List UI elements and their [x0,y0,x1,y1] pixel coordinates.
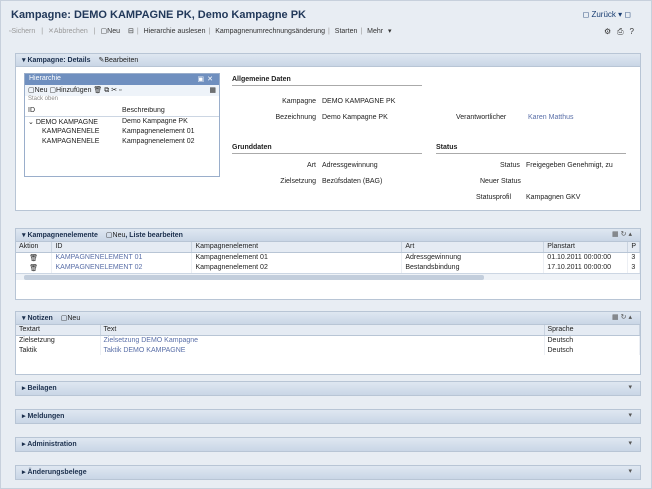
attachments-panel[interactable]: ▸ Beilagen ▾ [15,381,641,396]
cut-icon[interactable]: ✂ [111,87,117,94]
grid-icon[interactable]: ▦ [612,314,621,321]
delete-icon[interactable]: 🗑 [93,87,102,94]
more-button[interactable]: Mehr ▾ [367,27,391,35]
hierarchy-header: Hierarchie ▣✕ [25,74,219,85]
hierarchy-row[interactable]: ⌄ DEMO KAMPAGNE Demo Kampagne PK [25,117,219,127]
edit-button[interactable]: ✎Bearbeiten [99,57,139,64]
hierarchy-toolbar: ▢Neu ▢Hinzufügen 🗑 ⧉ ✂ ▫ ▦ [25,85,219,96]
elements-new-button[interactable]: ▢Neu [106,232,125,239]
delete-icon[interactable]: 🗑 [29,255,38,262]
collapse-icon[interactable]: ▴ [628,314,634,321]
print-icon[interactable]: ⎙ [617,27,626,37]
stack-up-link[interactable]: Stack oben [25,96,219,105]
collapse-icon[interactable]: ▴ [628,231,634,238]
notes-table: Textart Text Sprache Zielsetzung Zielset… [16,325,640,355]
paste-icon[interactable]: ▫ [119,87,121,94]
notes-new-button[interactable]: ▢Neu [61,315,80,322]
table-row[interactable]: Taktik Taktik DEMO KAMPAGNE Deutsch [16,345,640,355]
back-link[interactable]: ◻ Zurück ▾ ◻ [583,10,631,19]
elements-header[interactable]: ▾ Kampagnenelemente ▢Neu, Liste bearbeite… [16,229,640,242]
messages-panel[interactable]: ▸ Meldungen ▾ [15,409,641,424]
table-header: Aktion ID Kampagnenelement Art Planstart… [16,242,640,253]
edit-list-button[interactable]: Liste bearbeiten [129,232,183,239]
table-row[interactable]: 🗑 KAMPAGNENELEMENT 01 Kampagnenelement 0… [16,252,640,263]
table-row[interactable]: Zielsetzung Zielsetzung DEMO Kampagne De… [16,335,640,345]
expand-icon[interactable]: ▾ [628,467,634,475]
elements-table: Aktion ID Kampagnenelement Art Planstart… [16,242,640,273]
details-header[interactable]: ▾ Kampagne: Details ✎Bearbeiten [16,54,640,67]
expand-icon[interactable]: ▾ [628,383,634,391]
hierarchy-add-button[interactable]: ▢Hinzufügen [49,87,91,94]
status-section: Status [436,144,626,154]
hierarchy-columns: ID Beschreibung [25,105,219,117]
change-documents-panel[interactable]: ▸ Änderungsbelege ▾ [15,465,641,480]
help-icon[interactable]: ? [630,27,637,36]
hierarchy-icon[interactable]: ⊟ [128,27,134,35]
note-link[interactable]: Zielsetzung DEMO Kampagne [100,335,545,345]
grid-icon[interactable]: ▦ [209,86,216,94]
responsible-link[interactable]: Karen Matthus [528,114,574,121]
toolbar: ▫Sichern | ✕Abbrechen | ▢Neu ⊟ | Hierarchie… [9,27,649,41]
hierarchy-new-button[interactable]: ▢Neu [28,87,47,94]
page-title: Kampagne: DEMO KAMPAGNE PK, Demo Kampagn… [11,9,307,21]
title-bar: Kampagne: DEMO KAMPAGNE PK, Demo Kampagn… [5,7,649,25]
new-button[interactable]: ▢Neu [101,27,123,35]
settings-icon[interactable]: ⚙ [604,27,614,36]
delete-icon[interactable]: 🗑 [29,265,38,272]
table-header: Textart Text Sprache [16,325,640,336]
notes-header[interactable]: ▾ Notizen ▢Neu ▦↻▴ [16,312,640,325]
administration-panel[interactable]: ▸ Administration ▾ [15,437,641,452]
business-section: Grunddaten [232,144,422,154]
save-button[interactable]: ▫Sichern [9,28,38,35]
scrollbar-thumb[interactable] [24,274,484,280]
expand-icon[interactable]: ▾ [628,439,634,447]
hierarchy-row[interactable]: KAMPAGNENELE Kampagnenelement 01 [25,127,219,137]
conversion-button[interactable]: Kampagnenumrechnungsänderung [215,28,325,35]
hierarchy-row[interactable]: KAMPAGNENELE Kampagnenelement 02 [25,137,219,147]
table-row[interactable]: 🗑 KAMPAGNENELEMENT 02 Kampagnenelement 0… [16,262,640,273]
note-link[interactable]: Taktik DEMO KAMPAGNE [100,345,545,355]
details-panel: ▾ Kampagne: Details ✎Bearbeiten Hierarchi… [15,53,641,211]
hierarchy-read-button[interactable]: Hierarchie auslesen [144,28,206,35]
notes-panel: ▾ Notizen ▢Neu ▦↻▴ Textart Text Sprache Zi… [15,311,641,375]
horizontal-scrollbar[interactable] [16,272,640,280]
expand-icon[interactable]: ▣ [198,76,208,83]
app-window: Kampagne: DEMO KAMPAGNE PK, Demo Kampagn… [0,0,652,489]
grid-icon[interactable]: ▦ [612,231,621,238]
general-data-section: Allgemeine Daten [232,76,422,86]
close-icon[interactable]: ✕ [207,76,216,83]
cancel-button[interactable]: ✕Abbrechen [48,27,91,35]
hierarchy-box: Hierarchie ▣✕ ▢Neu ▢Hinzufügen 🗑 ⧉ ✂ ▫ ▦ … [24,73,220,177]
copy-icon[interactable]: ⧉ [104,87,109,94]
start-button[interactable]: Starten [335,28,358,35]
elements-panel: ▾ Kampagnenelemente ▢Neu, Liste bearbeite… [15,228,641,300]
expand-icon[interactable]: ▾ [628,411,634,419]
element-id-link[interactable]: KAMPAGNENELEMENT 02 [51,262,193,273]
element-id-link[interactable]: KAMPAGNENELEMENT 01 [51,252,193,263]
toolbar-icons: ⚙ ⎙? [604,27,640,37]
